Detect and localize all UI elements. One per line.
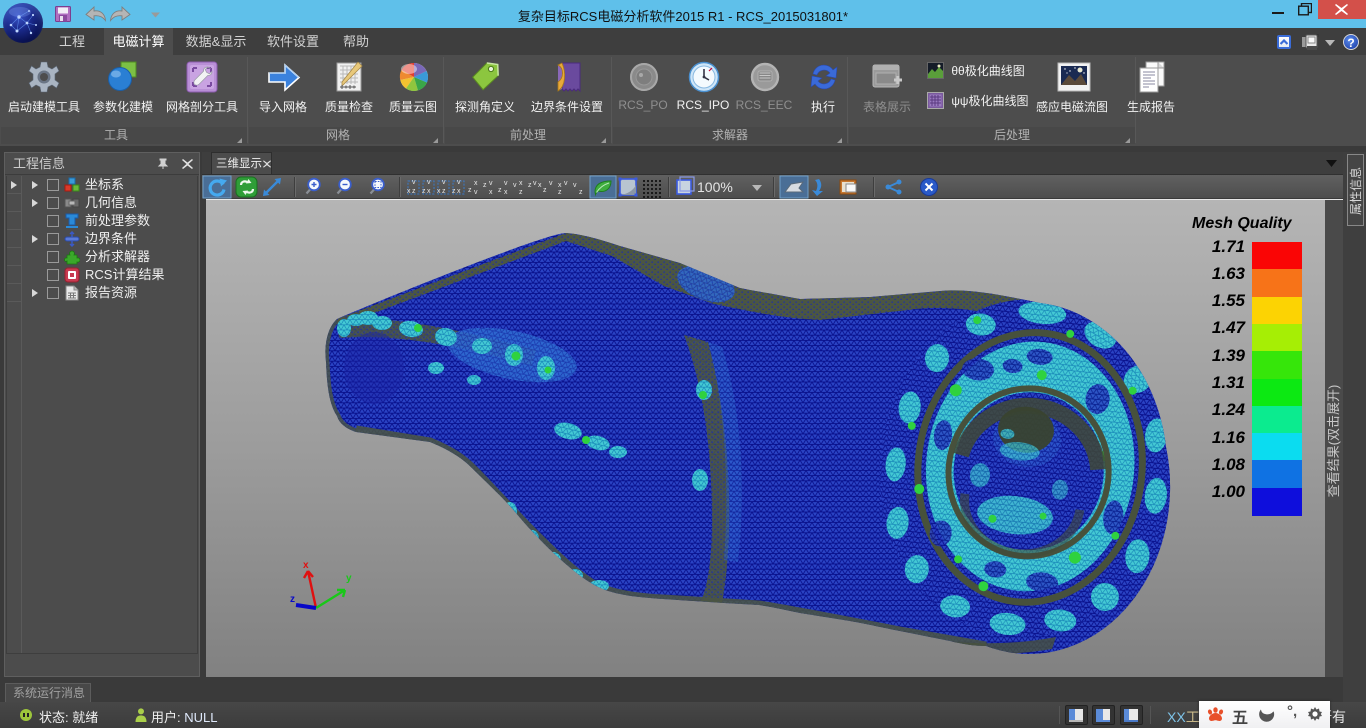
- svg-text:v: v: [442, 179, 446, 186]
- svg-text:x: x: [474, 180, 478, 187]
- svg-text:x: x: [558, 182, 562, 189]
- svg-text:v: v: [504, 180, 508, 187]
- svg-text:x: x: [407, 188, 411, 195]
- svg-text:z: z: [452, 188, 456, 195]
- svg-text:v: v: [513, 182, 517, 189]
- svg-text:v: v: [474, 189, 478, 196]
- svg-text:x: x: [489, 189, 493, 196]
- svg-text:z: z: [422, 188, 426, 195]
- svg-text:z: z: [412, 188, 416, 195]
- svg-text:v: v: [489, 180, 493, 187]
- svg-text:z: z: [498, 187, 502, 194]
- svg-text:z: z: [468, 187, 472, 194]
- svg-text:x: x: [519, 180, 523, 187]
- svg-text:v: v: [457, 179, 461, 186]
- svg-text:z: z: [483, 182, 487, 189]
- svg-text:v: v: [427, 179, 431, 186]
- svg-text:z: z: [558, 189, 562, 196]
- svg-text:z: z: [519, 189, 523, 196]
- svg-text:z: z: [528, 182, 532, 189]
- svg-text:v: v: [412, 179, 416, 186]
- svg-text:v: v: [533, 180, 537, 187]
- svg-text:x: x: [457, 188, 461, 195]
- svg-text:v: v: [564, 180, 568, 187]
- svg-text:x: x: [437, 188, 441, 195]
- svg-text:v: v: [573, 182, 577, 189]
- svg-text:100%: 100%: [697, 179, 733, 195]
- svg-text:z: z: [579, 189, 583, 196]
- svg-text:x: x: [538, 182, 542, 189]
- svg-text:z: z: [442, 188, 446, 195]
- svg-text:x: x: [504, 189, 508, 196]
- svg-text:x: x: [427, 188, 431, 195]
- svg-text:v: v: [549, 180, 553, 187]
- svg-text:z: z: [543, 187, 547, 194]
